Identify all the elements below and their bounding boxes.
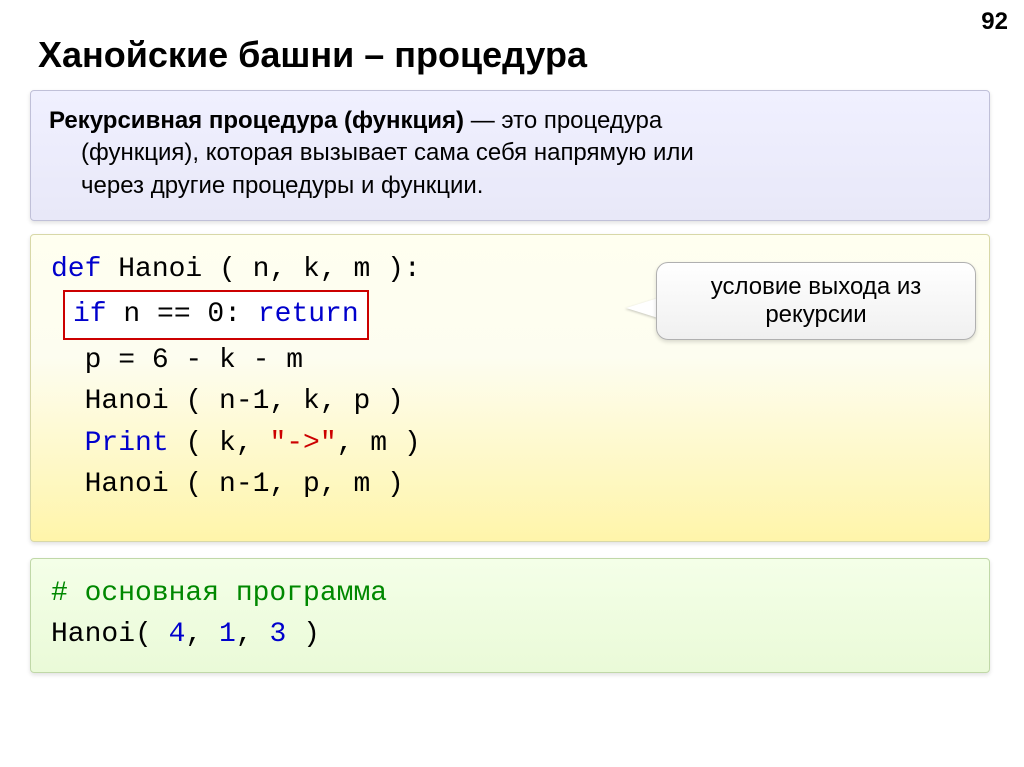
code-line-call1: Hanoi ( n-1, k, p ) (51, 381, 969, 422)
main-call-name: Hanoi( (51, 619, 169, 650)
keyword-return: return (258, 299, 359, 330)
code-print-str: "->" (269, 428, 336, 459)
main-sep-1: , (185, 619, 219, 650)
definition-dash: — (464, 107, 501, 134)
code-line-p: p = 6 - k - m (51, 340, 969, 381)
callout-exit-condition: условие выхода из рекурсии (656, 262, 976, 340)
main-arg-3: 3 (269, 619, 286, 650)
main-arg-1: 4 (169, 619, 186, 650)
code-block-main: # основная программа Hanoi( 4, 1, 3 ) (30, 558, 990, 673)
code-if-cond: n == 0: (107, 299, 258, 330)
main-arg-2: 1 (219, 619, 236, 650)
slide-title: Ханойские башни – процедура (38, 34, 587, 76)
main-close: ) (286, 619, 320, 650)
recursion-exit-highlight: if n == 0: return (63, 290, 369, 339)
definition-box: Рекурсивная процедура (функция) — это пр… (30, 90, 990, 221)
definition-body-2: (функция), которая вызывает сама себя на… (49, 137, 971, 169)
definition-body-1: это процедура (501, 107, 662, 134)
code-def-rest: Hanoi ( n, k, m ): (101, 254, 420, 285)
keyword-def: def (51, 254, 101, 285)
code-print-post: , m ) (337, 428, 421, 459)
keyword-if: if (73, 299, 107, 330)
definition-body-3: через другие процедуры и функции. (49, 170, 971, 202)
definition-term: Рекурсивная процедура (функция) (49, 107, 464, 134)
callout-tail-icon (626, 298, 658, 318)
code-print-pre: ( k, (169, 428, 270, 459)
keyword-print: Print (85, 428, 169, 459)
page-number: 92 (981, 8, 1008, 36)
code-comment: # основная программа (51, 573, 969, 614)
main-sep-2: , (236, 619, 270, 650)
code-line-call2: Hanoi ( n-1, p, m ) (51, 464, 969, 505)
